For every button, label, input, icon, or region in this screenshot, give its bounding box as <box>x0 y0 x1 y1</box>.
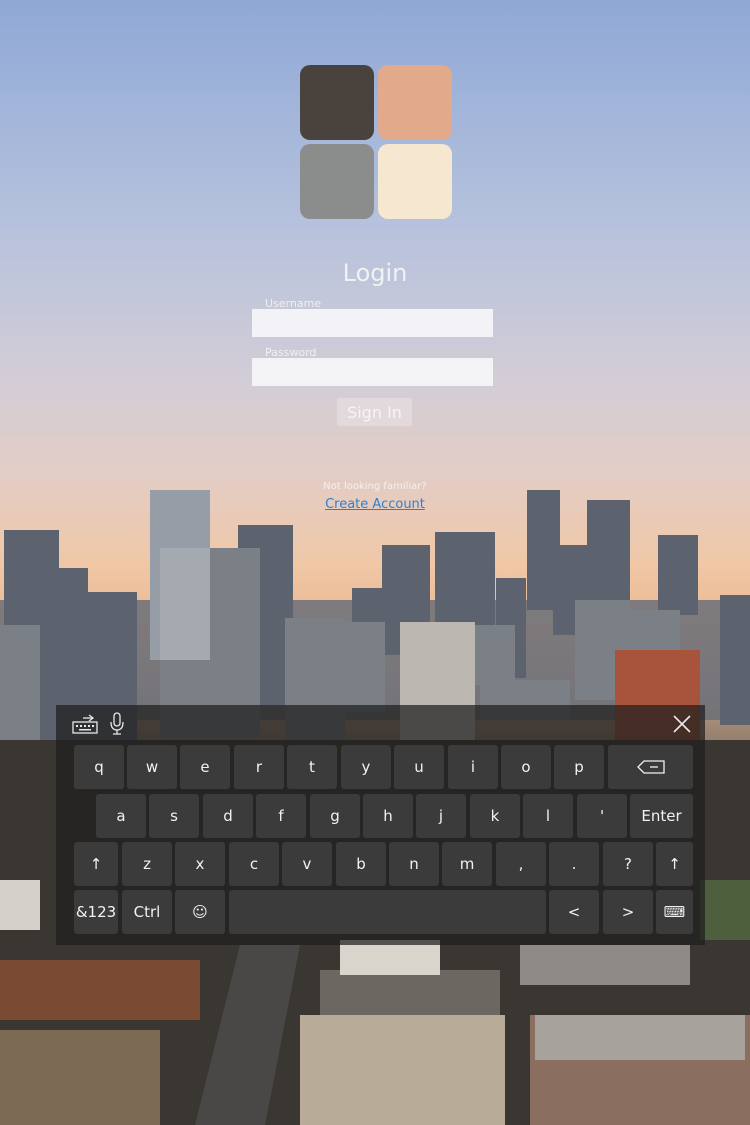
close-icon[interactable] <box>668 711 696 737</box>
key-j[interactable]: j <box>416 794 466 838</box>
create-account-link[interactable]: Create Account <box>325 497 425 512</box>
backspace-key[interactable] <box>608 745 693 789</box>
keyboard-settings-glyph <box>72 714 98 734</box>
key-x[interactable]: x <box>175 842 225 886</box>
left-arrow-key[interactable]: < <box>549 890 599 934</box>
backspace-icon <box>636 760 665 774</box>
login-title: Login <box>342 259 408 287</box>
microphone-icon[interactable] <box>106 711 128 737</box>
key-l[interactable]: l <box>523 794 573 838</box>
keyboard-layout-key[interactable]: ⌨ <box>656 890 693 934</box>
logo-tile-cream <box>378 144 452 219</box>
key-i[interactable]: i <box>448 745 498 789</box>
password-input[interactable] <box>252 358 493 386</box>
key-apostrophe[interactable]: ' <box>577 794 627 838</box>
key-w[interactable]: w <box>127 745 177 789</box>
key-u[interactable]: u <box>394 745 444 789</box>
close-glyph <box>673 715 691 733</box>
key-k[interactable]: k <box>470 794 520 838</box>
key-d[interactable]: d <box>203 794 253 838</box>
key-v[interactable]: v <box>282 842 332 886</box>
key-g[interactable]: g <box>310 794 360 838</box>
keyboard-settings-icon[interactable] <box>70 711 100 737</box>
enter-key[interactable]: Enter <box>630 794 693 838</box>
username-input[interactable] <box>252 309 493 337</box>
space-bar[interactable] <box>229 890 546 934</box>
logo-tile-peach <box>378 65 452 140</box>
create-account-container: Create Account <box>0 497 750 512</box>
key-a[interactable]: a <box>96 794 146 838</box>
key-question[interactable]: ? <box>603 842 653 886</box>
key-f[interactable]: f <box>256 794 306 838</box>
emoji-key[interactable]: ☺ <box>175 890 225 934</box>
sign-in-button[interactable]: Sign In <box>337 398 412 426</box>
not-familiar-text: Not looking familiar? <box>323 481 427 492</box>
symbols-key[interactable]: &123 <box>74 890 118 934</box>
key-comma[interactable]: , <box>496 842 546 886</box>
key-y[interactable]: y <box>341 745 391 789</box>
key-r[interactable]: r <box>234 745 284 789</box>
key-m[interactable]: m <box>442 842 492 886</box>
app-logo <box>300 65 452 219</box>
key-c[interactable]: c <box>229 842 279 886</box>
microphone-glyph <box>110 712 124 735</box>
key-n[interactable]: n <box>389 842 439 886</box>
touch-keyboard: q w e r t y u i o p a s d f g h j k l ' … <box>56 705 705 945</box>
logo-tile-dark <box>300 65 374 140</box>
shift-left-key[interactable]: ↑ <box>74 842 118 886</box>
key-period[interactable]: . <box>549 842 599 886</box>
ctrl-key[interactable]: Ctrl <box>122 890 172 934</box>
keyboard-toolbar <box>56 705 705 743</box>
key-s[interactable]: s <box>149 794 199 838</box>
key-h[interactable]: h <box>363 794 413 838</box>
key-z[interactable]: z <box>122 842 172 886</box>
key-t[interactable]: t <box>287 745 337 789</box>
key-q[interactable]: q <box>74 745 124 789</box>
key-b[interactable]: b <box>336 842 386 886</box>
logo-tile-gray <box>300 144 374 219</box>
key-e[interactable]: e <box>180 745 230 789</box>
key-p[interactable]: p <box>554 745 604 789</box>
key-o[interactable]: o <box>501 745 551 789</box>
right-arrow-key[interactable]: > <box>603 890 653 934</box>
shift-right-key[interactable]: ↑ <box>656 842 693 886</box>
